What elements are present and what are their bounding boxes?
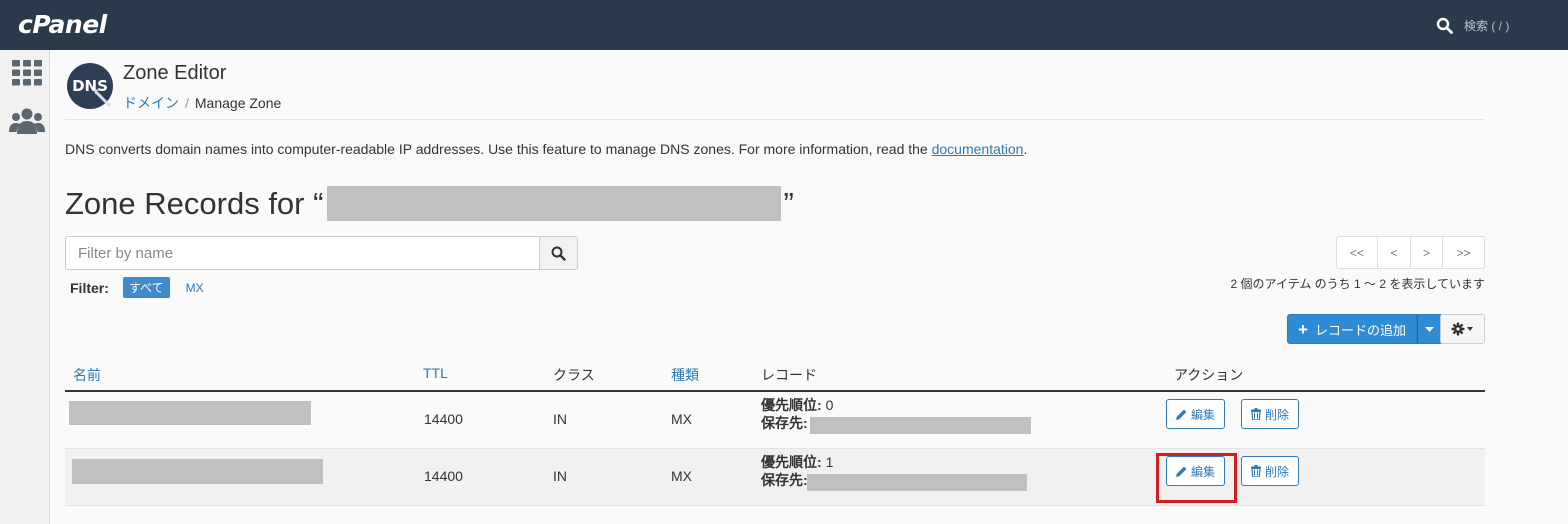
add-record-label: レコードの追加 bbox=[1314, 322, 1406, 338]
first-page-button[interactable]: << bbox=[1337, 237, 1378, 268]
filter-all-button[interactable]: すべて bbox=[122, 277, 170, 298]
breadcrumb-domains-link[interactable]: ドメイン bbox=[123, 95, 179, 111]
priority-line: 優先順位: 0 bbox=[761, 395, 833, 415]
priority-value: 0 bbox=[825, 397, 834, 413]
breadcrumb: ドメイン / Manage Zone bbox=[123, 93, 281, 113]
breadcrumb-separator: / bbox=[185, 95, 189, 111]
add-record-button[interactable]: + レコードの追加 bbox=[1287, 314, 1417, 344]
pagination: << < > >> bbox=[1336, 236, 1485, 269]
edit-label: 編集 bbox=[1191, 407, 1216, 422]
zone-records-table: 名前 TTL クラス 種類 レコード アクション 14400 IN MX 優先順… bbox=[65, 354, 1485, 506]
column-header-ttl[interactable]: TTL bbox=[423, 365, 448, 381]
delete-label: 削除 bbox=[1265, 407, 1290, 422]
filter-label: Filter: bbox=[70, 279, 109, 296]
side-rail bbox=[0, 50, 50, 524]
edit-highlight-annotation bbox=[1156, 453, 1237, 503]
table-header: 名前 TTL クラス 種類 レコード アクション bbox=[65, 354, 1485, 392]
column-header-record: レコード bbox=[761, 367, 817, 383]
redacted-record-name bbox=[72, 459, 323, 484]
page-description: DNS converts domain names into computer-… bbox=[65, 141, 1027, 157]
edit-button[interactable]: 編集 bbox=[1166, 399, 1226, 429]
filter-mx-button[interactable]: MX bbox=[186, 281, 204, 295]
table-row: 14400 IN MX 優先順位: 0 保存先: 編集 削除 bbox=[65, 392, 1485, 449]
plus-icon: + bbox=[1298, 319, 1308, 339]
ttl-cell: 14400 bbox=[424, 468, 463, 484]
column-header-name[interactable]: 名前 bbox=[73, 365, 101, 385]
search-icon bbox=[551, 246, 566, 261]
table-settings-button[interactable] bbox=[1440, 314, 1485, 344]
last-page-button[interactable]: >> bbox=[1443, 237, 1484, 268]
top-bar: cPanel 検索 ( / ) bbox=[0, 0, 1568, 50]
destination-line: 保存先: bbox=[761, 470, 808, 490]
trash-icon bbox=[1251, 408, 1261, 420]
column-header-actions: アクション bbox=[1174, 367, 1244, 383]
users-icon[interactable] bbox=[9, 107, 45, 135]
delete-button[interactable]: 削除 bbox=[1241, 399, 1300, 429]
destination-line: 保存先: bbox=[761, 413, 808, 433]
priority-line: 優先順位: 1 bbox=[761, 452, 833, 472]
delete-button[interactable]: 削除 bbox=[1241, 456, 1300, 486]
gear-icon bbox=[1451, 322, 1473, 336]
trash-icon bbox=[1251, 465, 1261, 477]
pagination-info: 2 個のアイテム のうち 1 ～ 2 を表示しています bbox=[1230, 277, 1485, 291]
header-divider bbox=[65, 119, 1485, 120]
cpanel-logo[interactable]: cPanel bbox=[18, 10, 107, 39]
svg-text:DNS: DNS bbox=[72, 77, 108, 95]
column-header-class: クラス bbox=[553, 367, 595, 383]
filter-search-group bbox=[65, 236, 578, 270]
filter-by-name-input[interactable] bbox=[65, 236, 539, 270]
zone-records-heading: Zone Records for “ ” bbox=[65, 186, 794, 222]
add-record-split-button: + レコードの追加 bbox=[1287, 314, 1443, 344]
class-cell: IN bbox=[553, 468, 567, 484]
redacted-record-name bbox=[69, 401, 311, 425]
dns-app-icon: DNS bbox=[67, 63, 113, 109]
redacted-destination bbox=[810, 417, 1031, 434]
type-filter-row: Filter: すべて MX bbox=[70, 277, 204, 298]
type-cell: MX bbox=[671, 468, 692, 484]
main-content: DNS Zone Editor ドメイン / Manage Zone DNS con… bbox=[51, 50, 1568, 524]
destination-label: 保存先: bbox=[761, 415, 808, 431]
type-cell: MX bbox=[671, 411, 692, 427]
pencil-icon bbox=[1176, 409, 1187, 420]
destination-label: 保存先: bbox=[761, 472, 808, 488]
table-row: 14400 IN MX 優先順位: 1 保存先: 編集 削除 bbox=[65, 449, 1485, 506]
breadcrumb-current: Manage Zone bbox=[194, 95, 282, 111]
priority-value: 1 bbox=[825, 454, 834, 470]
description-suffix: . bbox=[1023, 141, 1028, 157]
priority-label: 優先順位: bbox=[761, 454, 822, 470]
redacted-domain bbox=[327, 186, 782, 221]
column-header-type[interactable]: 種類 bbox=[671, 365, 699, 385]
global-search[interactable]: 検索 ( / ) bbox=[1436, 14, 1509, 36]
page-title: Zone Editor bbox=[123, 62, 227, 84]
filter-search-button[interactable] bbox=[539, 236, 578, 270]
priority-label: 優先順位: bbox=[761, 397, 822, 413]
search-label[interactable]: 検索 ( / ) bbox=[1464, 17, 1509, 34]
caret-down-icon bbox=[1425, 326, 1435, 332]
class-cell: IN bbox=[553, 411, 567, 427]
description-text: DNS converts domain names into computer-… bbox=[65, 141, 932, 157]
ttl-cell: 14400 bbox=[424, 411, 463, 427]
redacted-destination bbox=[807, 474, 1027, 491]
heading-prefix: Zone Records for “ bbox=[65, 186, 324, 221]
search-icon bbox=[1436, 17, 1453, 34]
delete-label: 削除 bbox=[1265, 464, 1290, 479]
next-page-button[interactable]: > bbox=[1411, 237, 1443, 268]
documentation-link[interactable]: documentation bbox=[932, 141, 1024, 157]
tools-grid-icon[interactable] bbox=[12, 60, 42, 86]
previous-page-button[interactable]: < bbox=[1378, 237, 1411, 268]
heading-suffix: ” bbox=[783, 186, 794, 221]
